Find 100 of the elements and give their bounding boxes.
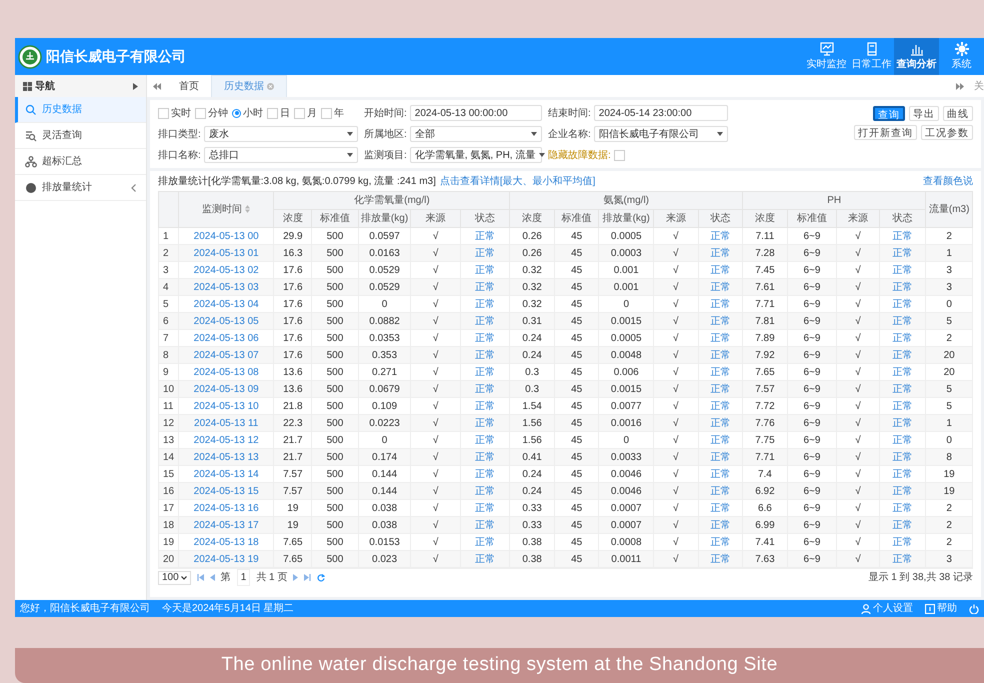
- hierarchy-icon: [25, 156, 37, 168]
- checkbox[interactable]: [195, 108, 206, 118]
- dropdown[interactable]: 废水: [204, 126, 358, 142]
- power-icon[interactable]: [969, 604, 979, 614]
- query-button[interactable]: 打开新查询: [854, 125, 917, 140]
- query-button[interactable]: 查询: [873, 106, 905, 121]
- field-label: 隐藏故障数据:: [548, 148, 611, 162]
- table-cell: 7.63: [742, 550, 788, 568]
- field-label: 排口类型:: [158, 128, 201, 142]
- nav-tab[interactable]: 查询分析: [894, 38, 939, 75]
- table-cell: 3: [926, 550, 972, 568]
- group-header: PH: [742, 192, 926, 210]
- period-option[interactable]: 实时: [158, 106, 191, 120]
- monitor-icon: [818, 41, 834, 57]
- sidebar-item[interactable]: 排放量统计: [15, 175, 146, 201]
- dropdown[interactable]: 总排口: [204, 147, 358, 163]
- option-label: 月: [307, 106, 317, 120]
- option-label: 小时: [243, 106, 263, 120]
- summary-text: 排放量统计[化学需氧量:3.08 kg, 氨氮:0.0799 kg, 流量 :241 m3]: [158, 174, 436, 188]
- field-label: 排口名称:: [158, 148, 201, 162]
- chevron-down-icon: [180, 576, 187, 580]
- app-title: 阳信长威电子有限公司: [46, 47, 186, 66]
- table-cell: 0.023: [358, 550, 411, 568]
- disc-icon: [25, 182, 37, 194]
- option-label: 年: [334, 106, 344, 120]
- color-legend-link[interactable]: 查看颜色说: [923, 174, 973, 188]
- next-page-icon: [293, 574, 298, 581]
- page-tab[interactable]: 首页: [167, 75, 211, 97]
- nav-tab[interactable]: 实时监控: [804, 38, 849, 75]
- close-icon: [267, 83, 274, 90]
- field-label: 监测项目:: [364, 148, 407, 162]
- page-size-select[interactable]: 100: [158, 570, 191, 584]
- date-field[interactable]: 2024-05-13 00:00:00: [410, 105, 542, 121]
- details-link[interactable]: 点击查看详情[最大、最小和平均值]: [440, 174, 596, 188]
- checkbox[interactable]: [267, 108, 278, 118]
- radio-button[interactable]: [232, 108, 241, 118]
- nav-tab[interactable]: 日常工作: [849, 38, 894, 75]
- field-label: 企业名称:: [548, 128, 591, 142]
- dropdown[interactable]: 阳信长威电子有限公司: [594, 126, 728, 142]
- list-search-icon: [25, 130, 37, 142]
- field-label: 结束时间:: [548, 106, 591, 120]
- close-tabs-link[interactable]: 关: [974, 78, 984, 94]
- page-label: 第: [220, 571, 231, 585]
- rewind-icon: [153, 82, 161, 90]
- page-input[interactable]: 1: [236, 569, 250, 586]
- caret-icon: [717, 132, 723, 136]
- fast-forward-icon: [956, 82, 964, 90]
- first-page-icon: [196, 574, 204, 581]
- table-cell: 6~9: [787, 550, 837, 568]
- sidebar-item[interactable]: 灵活查询: [15, 123, 146, 149]
- caret-icon: [539, 153, 546, 157]
- caption: The online water discharge testing system at the Shandong Site: [221, 653, 778, 678]
- search-icon: [25, 104, 37, 116]
- footer-link[interactable]: 个人设置: [861, 601, 913, 616]
- checkbox[interactable]: [294, 108, 305, 118]
- field-label: 开始时间:: [364, 106, 407, 120]
- status-link[interactable]: 正常: [460, 550, 510, 568]
- dropdown[interactable]: 化学需氧量, 氨氮, PH, 流量: [410, 147, 542, 163]
- group-header: 化学需氧量(mg/l): [274, 192, 510, 210]
- sort-icon: [245, 205, 250, 214]
- field-label: 所属地区:: [364, 128, 407, 142]
- dropdown[interactable]: 全部: [410, 126, 542, 142]
- period-option[interactable]: 月: [294, 106, 317, 120]
- group-header: 氨氮(mg/l): [510, 192, 743, 210]
- greeting-text: 您好，阳信长威电子有限公司: [20, 602, 150, 616]
- checkbox[interactable]: [614, 150, 625, 160]
- table-cell: √: [410, 550, 460, 568]
- date-field[interactable]: 2024-05-14 23:00:00: [594, 105, 728, 121]
- checkbox[interactable]: [321, 108, 332, 118]
- status-link[interactable]: 正常: [698, 550, 743, 568]
- table-cell: 0.38: [510, 550, 554, 568]
- sidebar-item[interactable]: 历史数据: [15, 97, 146, 123]
- caret-icon: [347, 153, 353, 157]
- period-option[interactable]: 分钟: [195, 106, 228, 120]
- option-label: 日: [280, 106, 290, 120]
- caret-icon: [133, 82, 138, 90]
- query-button[interactable]: 曲线: [943, 106, 973, 121]
- query-button[interactable]: 导出: [909, 106, 939, 121]
- previous-page-icon: [210, 574, 215, 581]
- time-link[interactable]: 2024-05-13 19: [178, 550, 274, 568]
- status-link[interactable]: 正常: [879, 550, 926, 568]
- table-cell: 0.0011: [598, 550, 654, 568]
- nav-tab[interactable]: 系统: [939, 38, 984, 75]
- page-tab[interactable]: 历史数据: [211, 75, 287, 97]
- footer-link[interactable]: 帮助: [925, 601, 957, 616]
- user-icon: [861, 604, 871, 614]
- sidebar-item[interactable]: 超标汇总: [15, 149, 146, 175]
- settings-icon: [954, 41, 970, 57]
- chevron-icon: [131, 184, 136, 192]
- checkbox[interactable]: [158, 108, 169, 118]
- table-cell: √: [654, 550, 698, 568]
- period-option[interactable]: 年: [321, 106, 344, 120]
- query-button[interactable]: 工况参数: [921, 125, 973, 140]
- grid-icon: [23, 82, 32, 90]
- page-total: 共 1 页: [256, 570, 288, 585]
- column-header[interactable]: 监测时间: [178, 192, 274, 228]
- sidebar-title: 导航: [35, 79, 55, 94]
- help-icon: [925, 604, 935, 614]
- period-option[interactable]: 日: [267, 106, 290, 120]
- period-option[interactable]: 小时: [232, 106, 263, 120]
